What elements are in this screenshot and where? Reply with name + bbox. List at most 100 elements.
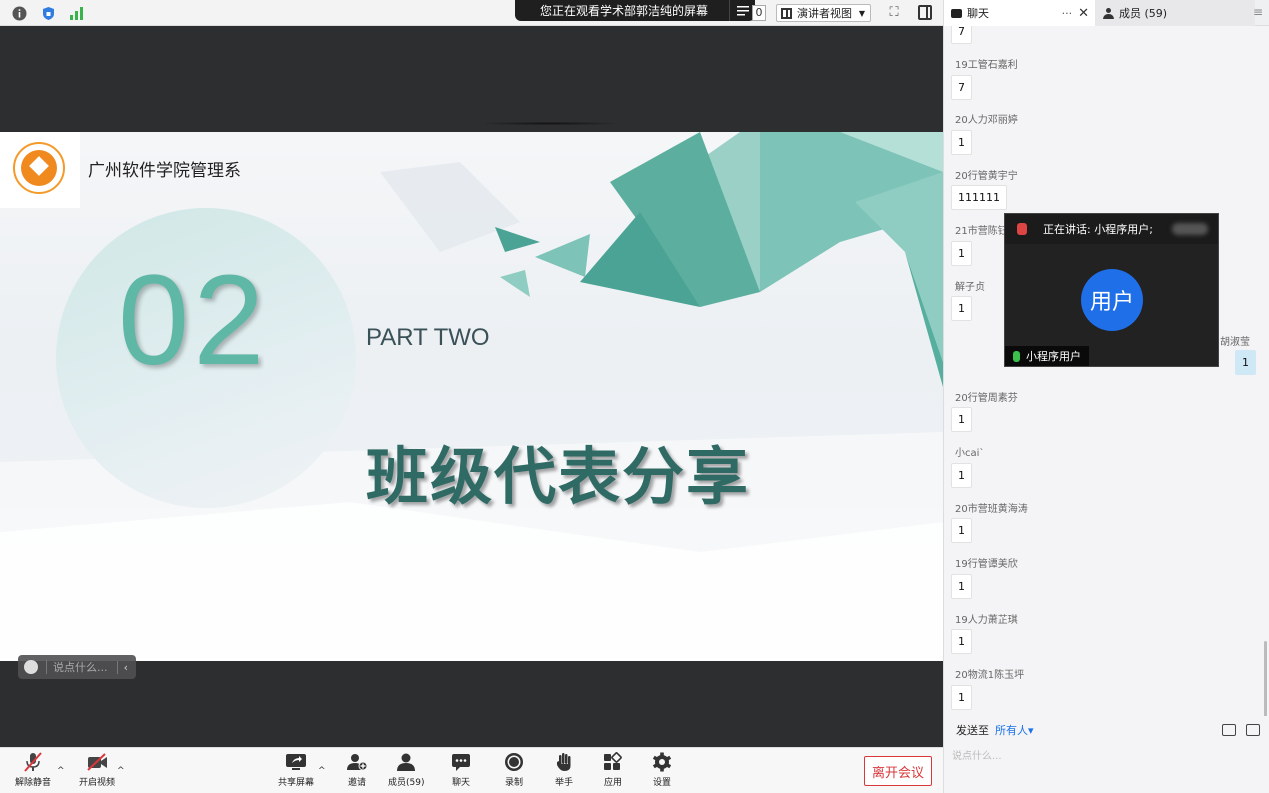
- tab-chat[interactable]: 聊天 ··· ✕: [944, 0, 1095, 26]
- logo-panel: [0, 132, 80, 208]
- chat-message-bubble-self: 1: [1235, 350, 1256, 375]
- floating-chat-placeholder: 说点什么...: [53, 661, 108, 674]
- panel-tabs: 聊天 ··· ✕ 成员 (59) ≡: [944, 0, 1269, 26]
- mic-muted-icon: [1017, 223, 1027, 235]
- chat-sender: 19工管石嘉利: [955, 60, 1018, 71]
- school-logo: [13, 142, 65, 194]
- security-shield-icon[interactable]: [40, 5, 56, 21]
- chat-sender: 21市营陈钰: [955, 226, 1008, 237]
- chat-message-bubble: 1: [951, 407, 972, 432]
- section-number: 02: [118, 249, 269, 392]
- record-label: 录制: [504, 778, 523, 788]
- toggle-sidebar-icon[interactable]: [918, 5, 932, 20]
- floating-chat-input[interactable]: 说点什么... ‹: [18, 655, 136, 679]
- zoom-select[interactable]: 0: [752, 5, 766, 21]
- chat-input[interactable]: 说点什么...: [952, 747, 1264, 767]
- members-icon: [395, 752, 417, 772]
- screenshot-icon[interactable]: [1246, 724, 1260, 736]
- raise-hand-button[interactable]: 举手: [553, 752, 575, 788]
- chat-sender: 19行管谭美欣: [955, 559, 1018, 570]
- chat-message-bubble: 1: [951, 241, 972, 266]
- chat-message-bubble: 1: [951, 574, 972, 599]
- tab-members[interactable]: 成员 (59): [1095, 0, 1255, 26]
- fullscreen-icon[interactable]: ⛶: [886, 5, 902, 21]
- presentation-slide: 广州软件学院管理系 02 PART TWO 班级代表分享: [0, 132, 943, 661]
- chevron-down-icon: ▼: [858, 8, 865, 18]
- chat-sender: 19人力萧芷琪: [955, 615, 1018, 626]
- chat-sender: 20行管周素芬: [955, 393, 1018, 404]
- chat-icon: [450, 752, 472, 772]
- view-mode-button[interactable]: 演讲者视图 ▼: [776, 4, 871, 22]
- unmute-button[interactable]: 解除静音: [15, 752, 51, 788]
- apps-label: 应用: [603, 778, 622, 788]
- start-video-button[interactable]: 开启视频: [79, 752, 115, 788]
- info-icon[interactable]: [11, 5, 27, 21]
- raise-hand-label: 举手: [554, 778, 573, 788]
- emoji-icon[interactable]: [24, 660, 38, 674]
- signal-strength-icon[interactable]: [68, 5, 84, 21]
- side-panel: 聊天 ··· ✕ 成员 (59) ≡ 7 19工管石嘉利 7 20人力邓丽婷 1…: [943, 0, 1269, 793]
- divider: [46, 660, 47, 674]
- speaker-view-icon: [781, 7, 792, 19]
- chat-label: 聊天: [451, 778, 470, 788]
- apps-grid-icon: [602, 752, 624, 772]
- chat-message-bubble: 7: [951, 26, 972, 44]
- view-mode-label: 演讲者视图: [797, 7, 852, 20]
- send-to-label: 发送至: [956, 724, 989, 737]
- chat-message-bubble: 1: [951, 518, 972, 543]
- leave-meeting-button[interactable]: 离开会议: [864, 756, 932, 786]
- share-banner-text: 您正在观看学术部郭洁纯的屏幕: [539, 4, 708, 18]
- avatar: 用户: [1081, 269, 1143, 331]
- school-name: 广州软件学院管理系: [88, 161, 241, 181]
- chevron-up-icon[interactable]: ^: [318, 766, 326, 776]
- file-icon[interactable]: [1222, 724, 1236, 736]
- divider: [485, 122, 615, 125]
- chevron-up-icon[interactable]: ^: [117, 766, 125, 776]
- panel-menu-icon[interactable]: ≡: [1253, 5, 1263, 19]
- screen-share-banner: 您正在观看学术部郭洁纯的屏幕: [515, 0, 755, 21]
- section-part-label: PART TWO: [366, 324, 490, 351]
- chat-sender-self: 胡淑莹: [1220, 337, 1250, 348]
- start-video-label: 开启视频: [79, 778, 116, 788]
- send-to-row: 发送至 所有人▾: [944, 716, 1269, 744]
- unmute-label: 解除静音: [15, 778, 52, 788]
- chat-actions: [1222, 724, 1260, 736]
- send-to-select[interactable]: 所有人▾: [995, 722, 1034, 738]
- chat-message-bubble: 7: [951, 75, 972, 100]
- chat-sender: 20行管黄宇宁: [955, 171, 1018, 182]
- speaking-status: 正在讲话: 小程序用户;: [1043, 223, 1153, 236]
- chat-sender: 解子贞: [955, 282, 985, 293]
- invite-button[interactable]: 邀请: [346, 752, 368, 788]
- gear-icon: [651, 752, 673, 772]
- mic-muted-icon: [22, 752, 44, 772]
- chat-sender: 20人力邓丽婷: [955, 115, 1018, 126]
- chat-icon: [951, 8, 962, 18]
- chevron-up-icon[interactable]: ^: [57, 766, 65, 776]
- shared-screen-area: 您正在观看学术部郭洁纯的屏幕 0 演讲者视图 ▼ ⛶ 广州软件学院管理系 02 …: [0, 0, 943, 747]
- mic-icon: [1013, 350, 1020, 362]
- record-button[interactable]: 录制: [503, 752, 525, 788]
- chat-button[interactable]: 聊天: [450, 752, 472, 788]
- letterbox-bottom: [0, 661, 943, 747]
- apps-button[interactable]: 应用: [602, 752, 624, 788]
- add-user-icon: [346, 752, 368, 772]
- meeting-toolbar: 解除静音 ^ 开启视频 ^ 共享屏幕 ^ 邀请 成员(59) 聊天 录制 举手 …: [0, 747, 943, 793]
- share-screen-icon: [285, 752, 307, 772]
- person-icon: [1103, 7, 1114, 19]
- chat-message-bubble: 1: [951, 629, 972, 654]
- settings-button[interactable]: 设置: [651, 752, 673, 788]
- chat-sender: 20物流1陈玉坪: [955, 670, 1025, 681]
- slide-title: 班级代表分享: [366, 440, 751, 513]
- close-icon[interactable]: ✕: [1078, 6, 1089, 21]
- chat-scrollbar[interactable]: [1264, 641, 1267, 716]
- members-button[interactable]: 成员(59): [388, 752, 424, 788]
- record-icon: [503, 752, 525, 772]
- share-screen-label: 共享屏幕: [278, 778, 315, 788]
- active-speaker-window[interactable]: 正在讲话: 小程序用户; 用户 小程序用户: [1004, 213, 1219, 367]
- members-label: 成员(59): [388, 778, 425, 788]
- camera-off-icon: [86, 752, 108, 772]
- chat-message-list[interactable]: 7 19工管石嘉利 7 20人力邓丽婷 1 20行管黄宇宁 111111 21市…: [944, 26, 1269, 716]
- more-icon[interactable]: ···: [1062, 7, 1073, 20]
- chevron-left-icon[interactable]: ‹: [116, 660, 128, 674]
- share-screen-button[interactable]: 共享屏幕: [278, 752, 314, 788]
